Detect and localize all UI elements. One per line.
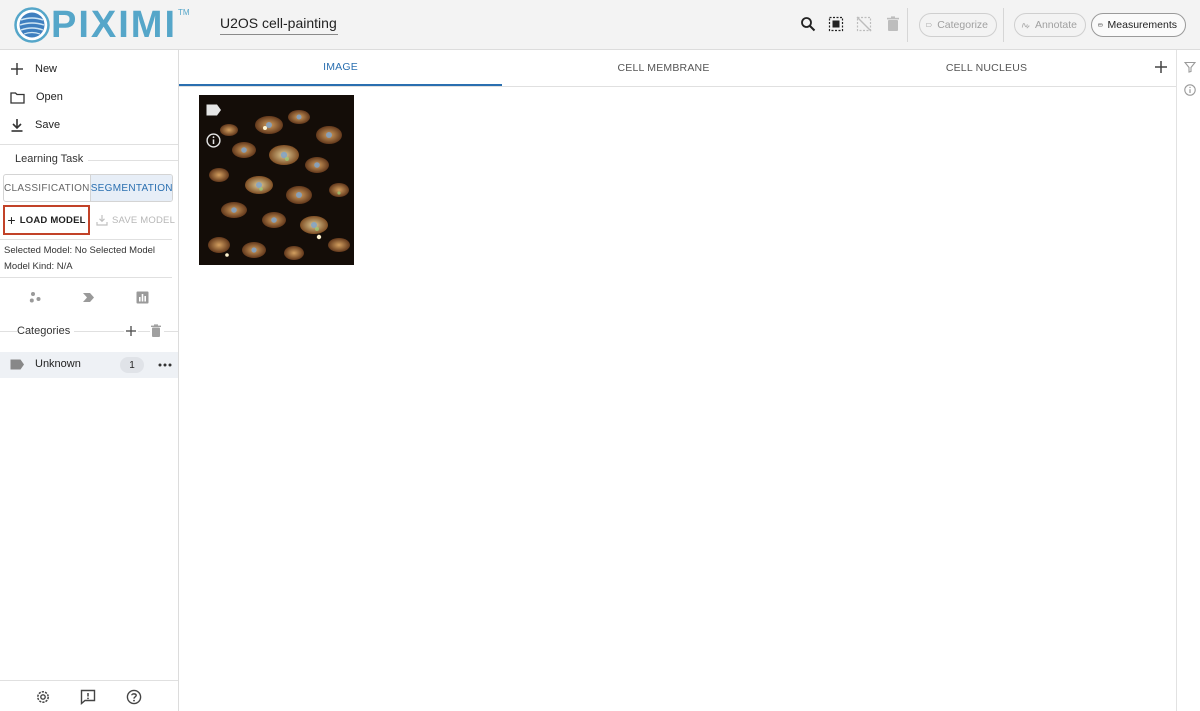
save-model-icon xyxy=(96,215,108,226)
left-sidebar: New Open Save Learning Task CLASSIFICATI… xyxy=(0,50,179,711)
right-rail xyxy=(1176,50,1200,711)
save-model-label: SAVE MODEL xyxy=(112,214,176,226)
predict-icon[interactable] xyxy=(81,290,95,304)
tab-cell-nucleus[interactable]: CELL NUCLEUS xyxy=(825,50,1148,86)
category-name: Unknown xyxy=(35,358,81,370)
deselect-icon[interactable] xyxy=(855,15,873,33)
open-project-item[interactable]: Open xyxy=(10,85,63,109)
new-project-item[interactable]: New xyxy=(10,57,57,81)
logo-wordmark: PIXIMI xyxy=(51,4,178,46)
folder-icon xyxy=(10,91,25,104)
logo-trademark: TM xyxy=(178,8,190,17)
tab-cell-membrane[interactable]: CELL MEMBRANE xyxy=(502,50,825,86)
load-model-label: LOAD MODEL xyxy=(19,214,86,226)
settings-icon[interactable] xyxy=(34,688,52,706)
filter-icon[interactable] xyxy=(1184,61,1196,73)
categorize-button[interactable]: Categorize xyxy=(919,13,997,37)
save-model-button[interactable]: SAVE MODEL xyxy=(96,210,175,230)
category-count-badge: 1 xyxy=(120,357,144,373)
learning-task-toggle: CLASSIFICATION SEGMENTATION xyxy=(3,174,173,202)
plus-icon xyxy=(11,63,23,75)
selected-model-text: Selected Model: No Selected Model xyxy=(4,245,156,256)
new-label: New xyxy=(35,63,58,75)
add-category-icon[interactable] xyxy=(124,324,138,338)
categories-label-text: Categories xyxy=(17,325,71,337)
category-item-unknown[interactable]: Unknown 1 xyxy=(0,352,178,378)
sidebar-divider xyxy=(0,277,172,278)
feedback-icon[interactable] xyxy=(79,688,97,706)
learning-task-label: Learning Task xyxy=(15,153,84,165)
save-label: Save xyxy=(35,119,61,131)
segmentation-task-button[interactable]: SEGMENTATION xyxy=(89,175,172,201)
select-all-icon[interactable] xyxy=(827,15,845,33)
measurements-button[interactable]: Measurements xyxy=(1091,13,1186,37)
annotate-label: Annotate xyxy=(1034,19,1077,31)
fit-model-icon[interactable] xyxy=(28,290,42,304)
sidebar-divider xyxy=(88,160,178,161)
save-project-item[interactable]: Save xyxy=(10,113,60,137)
help-icon[interactable] xyxy=(125,688,143,706)
tab-image[interactable]: IMAGE xyxy=(179,50,502,86)
piximi-logo: PIXIMI TM xyxy=(14,6,190,44)
project-name-input[interactable]: U2OS cell-painting expe xyxy=(220,13,338,35)
classification-task-button[interactable]: CLASSIFICATION xyxy=(4,175,90,201)
info-icon[interactable] xyxy=(206,133,221,148)
categorize-label: Categorize xyxy=(937,19,988,31)
sidebar-divider xyxy=(0,144,178,145)
delete-icon[interactable] xyxy=(884,15,902,33)
zoom-icon[interactable] xyxy=(799,15,817,33)
sidebar-divider xyxy=(0,239,172,240)
label-tag-icon[interactable] xyxy=(206,104,222,116)
label-icon xyxy=(926,22,932,28)
categories-label: Categories xyxy=(17,325,75,337)
evaluate-icon[interactable] xyxy=(135,290,149,304)
toolbar-divider xyxy=(1003,8,1004,42)
delete-category-icon[interactable] xyxy=(150,324,164,338)
measurements-label: Measurements xyxy=(1107,19,1177,31)
image-grid xyxy=(179,87,1176,711)
annotate-icon xyxy=(1021,23,1030,29)
image-thumbnail[interactable] xyxy=(199,95,354,265)
app-header: PIXIMI TM U2OS cell-painting expe Catego… xyxy=(0,0,1200,50)
toolbar-divider xyxy=(907,8,908,42)
channel-tabs: IMAGE CELL MEMBRANE CELL NUCLEUS xyxy=(179,50,1176,87)
more-options-icon[interactable] xyxy=(158,359,172,371)
open-label: Open xyxy=(36,91,63,103)
add-tab-icon[interactable] xyxy=(1154,60,1168,74)
cell-image xyxy=(199,95,354,265)
load-model-button[interactable]: + LOAD MODEL xyxy=(3,205,90,235)
info-panel-icon[interactable] xyxy=(1184,84,1196,96)
piximi-logo-mark-icon xyxy=(14,7,50,43)
download-icon xyxy=(11,119,23,132)
model-kind-text: Model Kind: N/A xyxy=(4,261,73,272)
annotate-button[interactable]: Annotate xyxy=(1014,13,1086,37)
sidebar-divider xyxy=(0,680,178,681)
plus-icon: + xyxy=(7,212,16,228)
category-tag-icon xyxy=(10,359,24,370)
ruler-icon xyxy=(1098,23,1103,27)
